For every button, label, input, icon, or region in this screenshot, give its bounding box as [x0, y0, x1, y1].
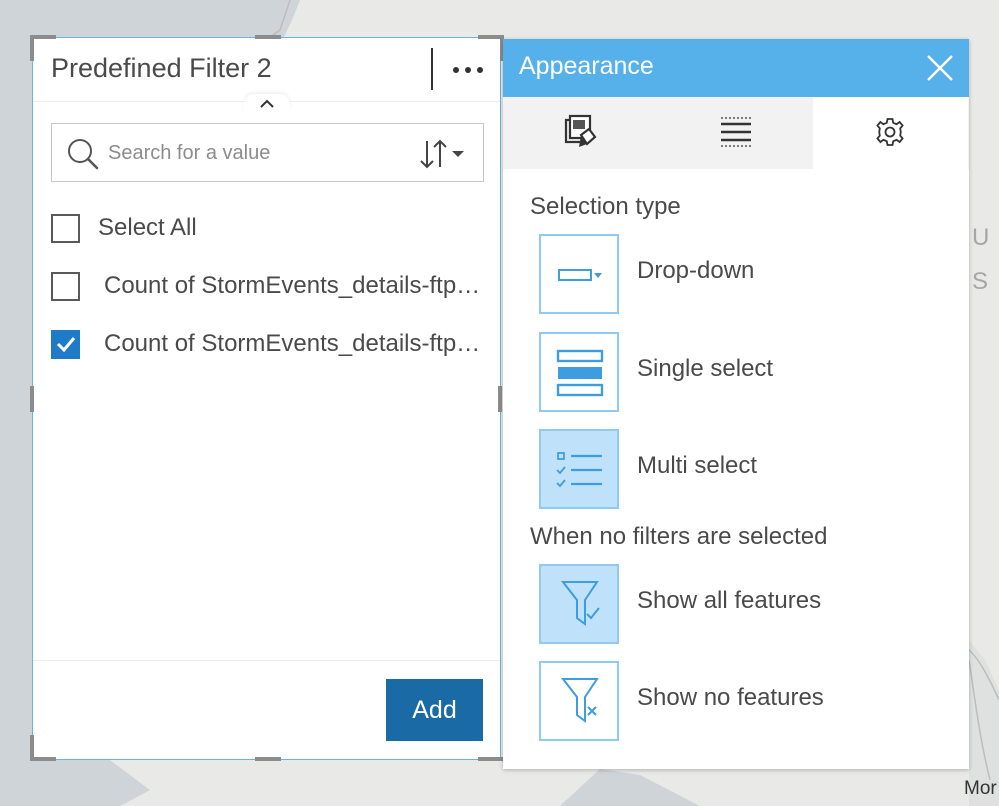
style-paint-icon — [564, 114, 597, 147]
checkmark-icon — [56, 337, 75, 352]
selection-type-heading: Selection type — [530, 193, 681, 220]
type-label: Drop-down — [637, 257, 755, 284]
list-layout-icon — [721, 117, 751, 147]
gear-icon — [876, 118, 904, 146]
option-select-all[interactable]: Select All — [51, 211, 197, 245]
option-item[interactable]: Count of StormEvents_details-ftp_v1.0_d2… — [51, 269, 491, 303]
tab-style[interactable] — [503, 97, 658, 169]
resize-handle-bottom-right[interactable] — [478, 757, 504, 761]
option-label: Select All — [98, 214, 197, 241]
map-label-u: U — [972, 224, 992, 251]
close-button[interactable] — [925, 53, 955, 83]
no-filter-heading: When no filters are selected — [530, 523, 828, 550]
tab-settings[interactable] — [813, 97, 968, 169]
single-select-icon — [556, 349, 604, 397]
search-box — [51, 123, 484, 182]
close-icon — [927, 55, 953, 81]
search-icon — [68, 139, 99, 170]
add-button[interactable]: Add — [386, 679, 483, 741]
card-title: Predefined Filter 2 — [51, 53, 272, 83]
multi-select-icon — [556, 452, 602, 488]
sort-button[interactable] — [418, 137, 472, 171]
option-label: Count of StormEvents_details-ftp_v1.0_d2… — [104, 330, 491, 357]
card-header: Predefined Filter 2 — [33, 38, 500, 102]
tab-bar — [503, 97, 969, 169]
show-all-tile[interactable] — [539, 564, 619, 644]
panel-header: Appearance — [503, 39, 969, 97]
select-all-checkbox[interactable] — [51, 213, 80, 243]
panel-title: Appearance — [519, 52, 654, 80]
option-item[interactable]: Count of StormEvents_details-ftp_v1.0_d2… — [51, 327, 491, 361]
card-footer-divider — [33, 660, 500, 661]
dropdown-icon — [558, 269, 602, 281]
ellipsis-icon — [453, 67, 483, 73]
type-label: Multi select — [637, 452, 758, 479]
option-label: Count of StormEvents_details-ftp_v1.0_d2… — [104, 272, 491, 299]
no-filter-show-none[interactable]: Show no features — [539, 661, 939, 741]
resize-handle-bottom[interactable] — [255, 757, 281, 761]
type-label: Show all features — [637, 587, 822, 614]
resize-handle-left[interactable] — [30, 386, 34, 412]
multi-select-tile[interactable] — [539, 429, 619, 509]
more-options-button[interactable] — [449, 56, 489, 84]
chevron-up-icon — [260, 99, 274, 108]
resize-handle-top-left[interactable] — [30, 35, 34, 61]
selection-type-dropdown[interactable]: Drop-down — [539, 234, 939, 314]
filter-check-icon — [560, 581, 600, 626]
filter-x-icon — [560, 678, 599, 723]
appearance-panel: Appearance Selection type Drop-down Sing… — [503, 39, 969, 769]
single-select-tile[interactable] — [539, 332, 619, 412]
resize-handle-right[interactable] — [498, 386, 502, 412]
resize-handle-bottom-left[interactable] — [30, 757, 56, 761]
selection-type-single[interactable]: Single select — [539, 332, 939, 412]
sort-arrows-dropdown-icon — [420, 139, 464, 169]
no-filter-show-all[interactable]: Show all features — [539, 564, 939, 644]
map-label-s: S — [972, 268, 991, 295]
resize-handle-top[interactable] — [255, 35, 281, 39]
map-corner-label: Mor — [964, 778, 997, 799]
collapse-toggle[interactable] — [244, 94, 290, 112]
filter-card: Predefined Filter 2 Search for a value S… — [32, 37, 501, 760]
type-label: Show no features — [637, 684, 824, 711]
selection-type-multi[interactable]: Multi select — [539, 429, 939, 509]
option-checkbox-checked[interactable] — [51, 329, 80, 359]
option-checkbox[interactable] — [51, 271, 80, 301]
show-none-tile[interactable] — [539, 661, 619, 741]
header-divider — [431, 48, 433, 90]
dropdown-tile[interactable] — [539, 234, 619, 314]
search-input[interactable] — [108, 136, 398, 170]
type-label: Single select — [637, 355, 774, 382]
tab-layout[interactable] — [658, 97, 813, 169]
